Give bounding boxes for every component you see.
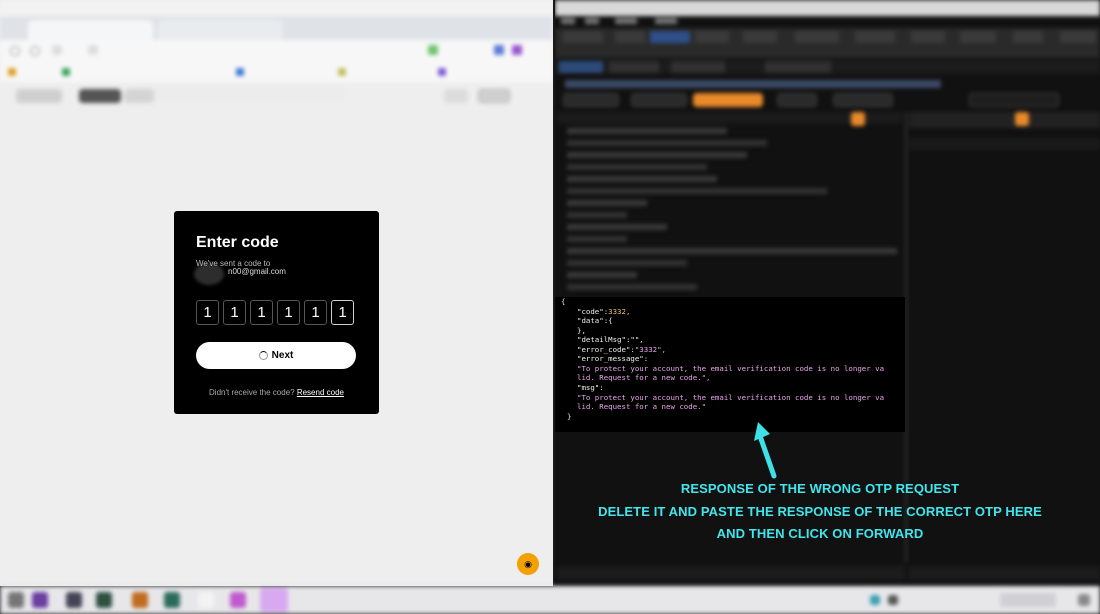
json-error-message-line1: "To protect your account, the email veri…	[577, 364, 885, 373]
header-button[interactable]	[79, 89, 121, 103]
editor-footer	[557, 566, 905, 580]
json-msg-line1: "To protect your account, the email veri…	[577, 393, 885, 402]
annotation-line-1: RESPONSE OF THE WRONG OTP REQUEST	[680, 481, 960, 496]
proxy-subtab[interactable]	[765, 61, 831, 73]
taskbar-icon[interactable]	[96, 592, 112, 608]
clock[interactable]	[1000, 593, 1056, 607]
burp-tab[interactable]	[795, 31, 839, 43]
header-button[interactable]	[478, 89, 510, 103]
intercept-toggle-button[interactable]	[693, 93, 763, 107]
tray-icon[interactable]	[888, 595, 898, 605]
burp-tab[interactable]	[615, 31, 645, 43]
burp-tab[interactable]	[911, 31, 945, 43]
browser-tab[interactable]	[28, 20, 153, 40]
inspector-header	[909, 112, 1100, 128]
open-browser-button[interactable]	[833, 93, 893, 107]
hand-drawn-arrow-icon	[754, 422, 777, 479]
burp-tab[interactable]	[1060, 31, 1096, 43]
modal-title: Enter code	[196, 234, 279, 251]
address-bar-row	[0, 40, 553, 100]
window-titlebar	[555, 0, 1100, 16]
header-link[interactable]	[444, 89, 468, 103]
loading-spinner-icon	[258, 351, 268, 360]
inspector-toggle[interactable]	[1015, 112, 1029, 126]
next-button-label: Next	[271, 350, 294, 361]
tutorial-annotation: RESPONSE OF THE WRONG OTP REQUEST DELETE…	[580, 478, 1060, 546]
forward-button[interactable]	[563, 93, 619, 107]
taskbar-icon[interactable]	[8, 592, 24, 608]
otp-inputs: 1 1 1 1 1 1	[196, 300, 354, 325]
notification-icon[interactable]	[1078, 594, 1090, 606]
taskbar-icon[interactable]	[66, 592, 82, 608]
taskbar-icon[interactable]	[132, 592, 148, 608]
json-error-message-key: "error_message":	[577, 354, 649, 363]
proxy-subtab[interactable]	[671, 61, 725, 73]
json-error-message-line2: lid. Request for a new code.",	[577, 373, 711, 382]
pretty-toggle[interactable]	[851, 112, 865, 126]
json-msg-key: "msg":	[577, 383, 604, 392]
burp-tab[interactable]	[650, 31, 690, 43]
otp-digit-3[interactable]: 1	[250, 300, 273, 325]
burp-tab[interactable]	[1013, 31, 1043, 43]
proxy-subtab[interactable]	[609, 61, 659, 73]
drop-button[interactable]	[631, 93, 687, 107]
inspector-footer	[909, 566, 1100, 580]
json-error-code-value: "3332",	[634, 345, 667, 354]
json-detail-line: "detailMsg":"",	[577, 335, 644, 344]
site-header	[0, 84, 553, 108]
json-msg-line2: lid. Request for a new code."	[577, 402, 707, 411]
burp-tab[interactable]	[695, 31, 729, 43]
proxy-subtab[interactable]	[559, 61, 603, 73]
tray-icon[interactable]	[870, 595, 880, 605]
json-code-value: 3332,	[608, 307, 631, 316]
annotation-line-3: AND THEN CLICK ON FORWARD	[716, 526, 924, 541]
taskbar-icon-active[interactable]	[260, 588, 288, 612]
otp-digit-1[interactable]: 1	[196, 300, 219, 325]
request-attributes-row	[909, 138, 1100, 150]
site-logo	[16, 89, 62, 103]
resend-row: Didn't receive the code? Resend code	[174, 388, 379, 397]
chat-bubble-icon[interactable]: ◉	[517, 553, 539, 575]
request-info-line	[565, 80, 941, 88]
json-close-brace: }	[567, 412, 572, 421]
taskbar-icon[interactable]	[230, 592, 246, 608]
proxy-subtabs	[555, 60, 1100, 74]
os-taskbar	[0, 586, 1100, 614]
enter-code-modal: Enter code We've sent a code to n00@gmai…	[174, 211, 379, 414]
response-body-json[interactable]: { "code":3332, "data":{ }, "detailMsg":"…	[555, 297, 905, 432]
annotation-line-2: DELETE IT AND PASTE THE RESPONSE OF THE …	[598, 503, 1042, 519]
browser-tabbar	[0, 16, 553, 40]
burp-tab[interactable]	[743, 31, 777, 43]
resend-prompt: Didn't receive the code?	[209, 388, 295, 397]
action-button[interactable]	[777, 93, 817, 107]
taskbar-icon[interactable]	[32, 592, 48, 608]
json-code-key: "code":	[577, 307, 609, 316]
next-button[interactable]: Next	[196, 342, 356, 369]
otp-digit-4[interactable]: 1	[277, 300, 300, 325]
burp-tab[interactable]	[563, 31, 603, 43]
otp-digit-5[interactable]: 1	[304, 300, 327, 325]
menu-bar	[555, 16, 1100, 28]
bookmarks-bar	[0, 64, 553, 82]
left-browser-window: Enter code We've sent a code to n00@gmai…	[0, 0, 553, 586]
json-data-close: },	[577, 326, 586, 335]
otp-digit-6[interactable]: 1	[331, 300, 354, 325]
json-error-code-key: "error_code":	[577, 345, 635, 354]
burp-tab[interactable]	[960, 31, 996, 43]
taskbar-icon[interactable]	[164, 592, 180, 608]
burp-main-tabs	[555, 28, 1100, 58]
json-open-brace: {	[561, 297, 566, 306]
browser-tab[interactable]	[158, 20, 283, 40]
intercept-toolbar	[555, 90, 1100, 110]
taskbar-icon[interactable]	[198, 592, 214, 608]
window-titlebar	[0, 0, 553, 16]
masked-email: n00@gmail.com	[228, 267, 286, 276]
otp-digit-2[interactable]: 1	[223, 300, 246, 325]
header-button[interactable]	[124, 89, 154, 103]
burp-tab[interactable]	[855, 31, 895, 43]
resend-code-link[interactable]: Resend code	[297, 388, 344, 397]
search-field[interactable]	[969, 93, 1059, 107]
json-data-line: "data":{	[577, 316, 613, 325]
